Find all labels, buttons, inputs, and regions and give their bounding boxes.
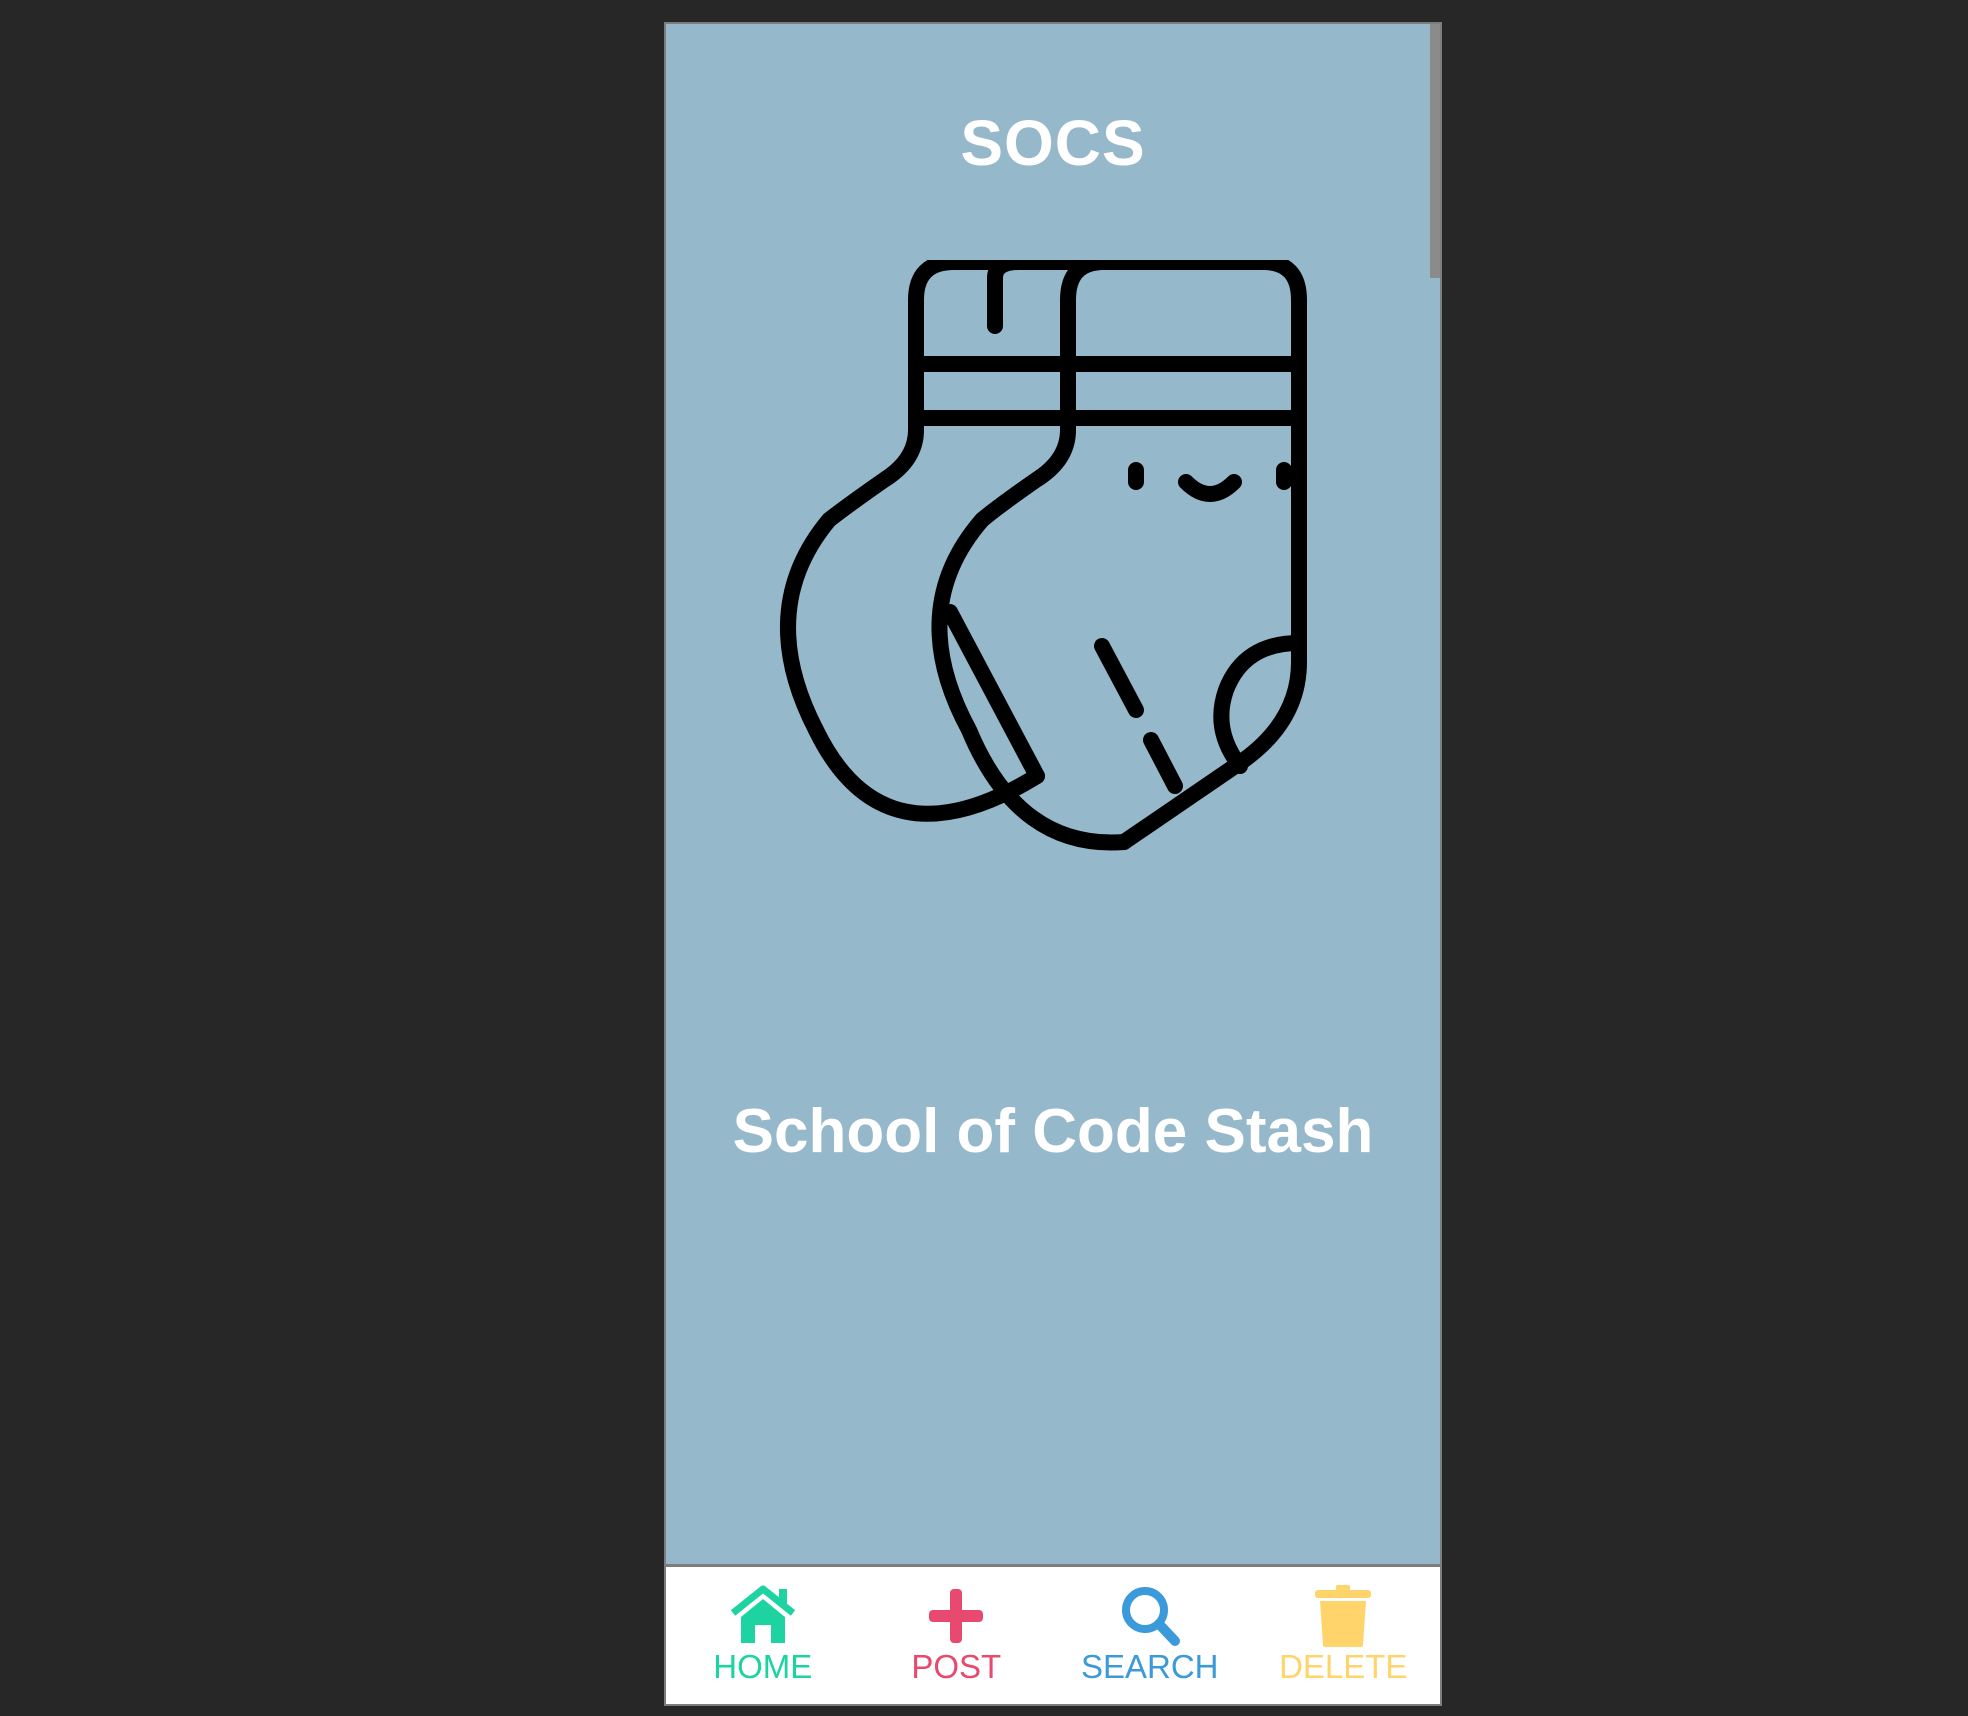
home-screen: SOCS School of Code Stash	[666, 24, 1440, 1564]
tagline: School of Code Stash	[732, 1097, 1374, 1166]
nav-search-label: SEARCH	[1080, 1648, 1219, 1685]
nav-search-button[interactable]: SEARCH	[1053, 1567, 1247, 1704]
home-icon	[730, 1585, 795, 1643]
trash-icon	[1315, 1585, 1372, 1647]
bottom-nav-bar: HOME POST SEARCH DELETE	[666, 1564, 1441, 1704]
nav-delete-button[interactable]: DELETE	[1247, 1567, 1441, 1704]
socks-icon	[779, 260, 1307, 851]
search-icon	[1121, 1587, 1180, 1646]
nav-home-label: HOME	[713, 1648, 813, 1685]
nav-home-button[interactable]: HOME	[666, 1567, 860, 1704]
nav-delete-label: DELETE	[1279, 1648, 1408, 1685]
plus-icon	[929, 1589, 984, 1643]
phone-frame: SOCS School of Code Stash HOME POST SEAR…	[664, 22, 1442, 1706]
nav-post-label: POST	[911, 1648, 1002, 1685]
nav-post-button[interactable]: POST	[860, 1567, 1054, 1704]
app-title: SOCS	[960, 107, 1146, 179]
